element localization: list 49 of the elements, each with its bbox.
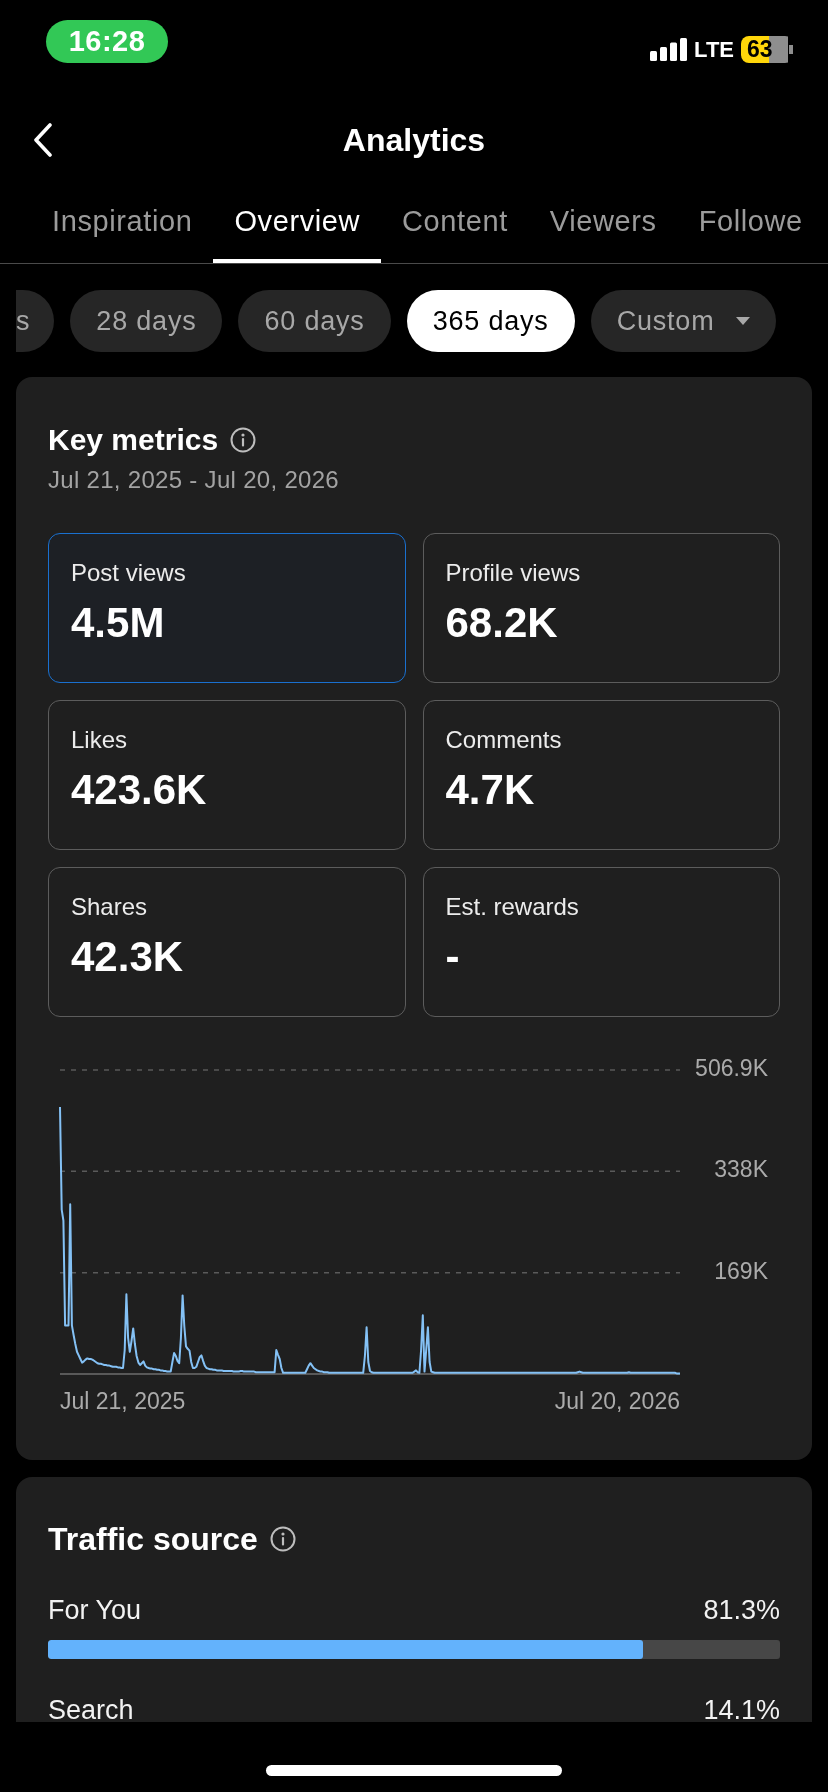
metric-card[interactable]: Est. rewards - bbox=[422, 867, 780, 1017]
metric-card[interactable]: Likes 423.6K bbox=[48, 700, 406, 850]
metric-label: Likes bbox=[71, 725, 128, 755]
tab[interactable]: Inspiration bbox=[31, 180, 214, 263]
metric-card[interactable]: Profile views 68.2K bbox=[422, 533, 780, 683]
date-range-text: Jul 21, 2025 - Jul 20, 2026 bbox=[48, 465, 340, 495]
network-label: LTE bbox=[694, 36, 734, 63]
info-icon[interactable] bbox=[230, 427, 257, 453]
metric-card[interactable]: Post views 4.5M bbox=[48, 533, 406, 683]
source-share: 14.1% bbox=[703, 1694, 780, 1722]
tab[interactable]: Content bbox=[381, 180, 529, 263]
metric-value: - bbox=[445, 933, 460, 981]
metric-label: Shares bbox=[71, 892, 148, 922]
info-icon[interactable] bbox=[269, 1526, 296, 1552]
metric-value: 68.2K bbox=[445, 599, 558, 647]
date-range-chip[interactable]: 365 days bbox=[406, 290, 575, 352]
metric-card[interactable]: Comments 4.7K bbox=[422, 700, 780, 850]
back-icon[interactable] bbox=[33, 123, 53, 157]
metric-value: 4.7K bbox=[445, 766, 535, 814]
y-axis-label: 338K bbox=[714, 1156, 768, 1183]
section-title: Traffic source bbox=[48, 1520, 258, 1558]
caret-icon bbox=[736, 317, 751, 325]
section-title: Key metrics bbox=[48, 423, 219, 457]
metric-label: Comments bbox=[445, 725, 562, 755]
signal-icon bbox=[650, 38, 688, 61]
metric-label: Post views bbox=[71, 558, 186, 588]
date-range-chip[interactable]: 60 days bbox=[238, 290, 391, 352]
y-axis-label: 169K bbox=[714, 1257, 768, 1284]
metric-label: Est. rewards bbox=[445, 892, 579, 922]
date-range-chip[interactable]: 28 days bbox=[70, 290, 223, 352]
status-time: 16:28 bbox=[46, 20, 168, 63]
page-title: Analytics bbox=[342, 121, 486, 159]
metric-value: 423.6K bbox=[71, 766, 207, 814]
source-name: For You bbox=[48, 1594, 142, 1626]
x-axis-label: Jul 20, 2026 bbox=[554, 1388, 680, 1414]
source-name: Search bbox=[48, 1694, 134, 1722]
metric-card[interactable]: Shares 42.3K bbox=[48, 867, 406, 1017]
x-axis-label: Jul 21, 2025 bbox=[60, 1388, 186, 1414]
tab[interactable]: Viewers bbox=[528, 180, 678, 263]
tab[interactable]: Followe bbox=[677, 180, 824, 263]
metric-value: 4.5M bbox=[71, 599, 165, 647]
y-axis-label: 506.9K bbox=[695, 1055, 768, 1082]
metric-value: 42.3K bbox=[71, 933, 184, 981]
tab[interactable]: Overview bbox=[213, 180, 382, 263]
date-range-chip[interactable]: s bbox=[16, 290, 55, 352]
source-share: 81.3% bbox=[703, 1594, 780, 1626]
battery-indicator: 63 bbox=[741, 36, 793, 63]
date-range-dropdown[interactable]: Custom bbox=[590, 290, 777, 352]
metric-label: Profile views bbox=[445, 558, 581, 588]
